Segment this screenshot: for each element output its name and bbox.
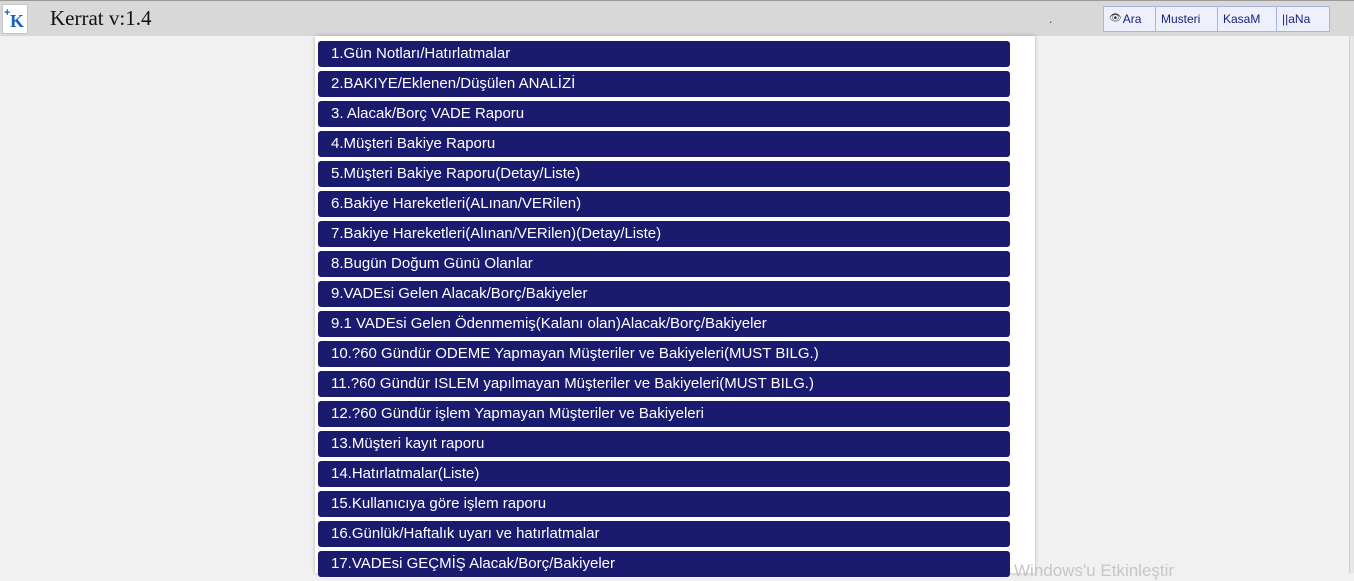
menu-item-13[interactable]: 13.Müşteri kayıt raporu [318,431,1010,457]
svg-text:+: + [4,7,10,19]
scrollbar[interactable] [1349,36,1354,573]
menu-item-11[interactable]: 11.?60 Gündür ISLEM yapılmayan Müşterile… [318,371,1010,397]
menu-item-6[interactable]: 6.Bakiye Hareketleri(ALınan/VERilen) [318,191,1010,217]
header-dot: . [1049,12,1053,26]
app-title: Kerrat v:1.4 [50,6,152,30]
top-nav: 👁 Ara Musteri KasaM ||aNa [1103,6,1330,32]
nav-ana-button[interactable]: ||aNa [1277,7,1329,31]
menu-item-2[interactable]: 2.BAKIYE/Eklenen/Düşülen ANALİZİ [318,71,1010,97]
eye-icon: 👁 [1109,13,1122,24]
menu-item-8[interactable]: 8.Bugün Doğum Günü Olanlar [318,251,1010,277]
top-bar: K + Kerrat v:1.4 . 👁 Ara Musteri KasaM |… [0,0,1354,36]
menu-item-15[interactable]: 15.Kullanıcıya göre işlem raporu [318,491,1010,517]
nav-musteri-button[interactable]: Musteri [1156,7,1218,31]
menu-item-12[interactable]: 12.?60 Gündür işlem Yapmayan Müşteriler … [318,401,1010,427]
nav-search-button[interactable]: 👁 Ara [1104,7,1156,31]
menu-item-16[interactable]: 16.Günlük/Haftalık uyarı ve hatırlatmala… [318,521,1010,547]
menu-item-1[interactable]: 1.Gün Notları/Hatırlatmalar [318,41,1010,67]
menu-item-5[interactable]: 5.Müşteri Bakiye Raporu(Detay/Liste) [318,161,1010,187]
k-logo-icon[interactable]: K + [2,4,28,34]
menu-item-4[interactable]: 4.Müşteri Bakiye Raporu [318,131,1010,157]
report-menu: 1.Gün Notları/Hatırlatmalar 2.BAKIYE/Ekl… [318,41,1010,581]
nav-search-label: Ara [1122,12,1142,26]
activation-watermark: Windows'u Etkinleştir [1014,561,1175,580]
menu-item-14[interactable]: 14.Hatırlatmalar(Liste) [318,461,1010,487]
menu-item-17[interactable]: 17.VADEsi GEÇMİŞ Alacak/Borç/Bakiyeler [318,551,1010,577]
nav-kasam-button[interactable]: KasaM [1218,7,1277,31]
menu-item-9-1[interactable]: 9.1 VADEsi Gelen Ödenmemiş(Kalanı olan)A… [318,311,1010,337]
menu-item-10[interactable]: 10.?60 Gündür ODEME Yapmayan Müşteriler … [318,341,1010,367]
svg-text:K: K [10,11,24,31]
menu-item-3[interactable]: 3. Alacak/Borç VADE Raporu [318,101,1010,127]
menu-item-7[interactable]: 7.Bakiye Hareketleri(Alınan/VERilen)(Det… [318,221,1010,247]
menu-item-9[interactable]: 9.VADEsi Gelen Alacak/Borç/Bakiyeler [318,281,1010,307]
main-panel: 1.Gün Notları/Hatırlatmalar 2.BAKIYE/Ekl… [315,36,1035,577]
